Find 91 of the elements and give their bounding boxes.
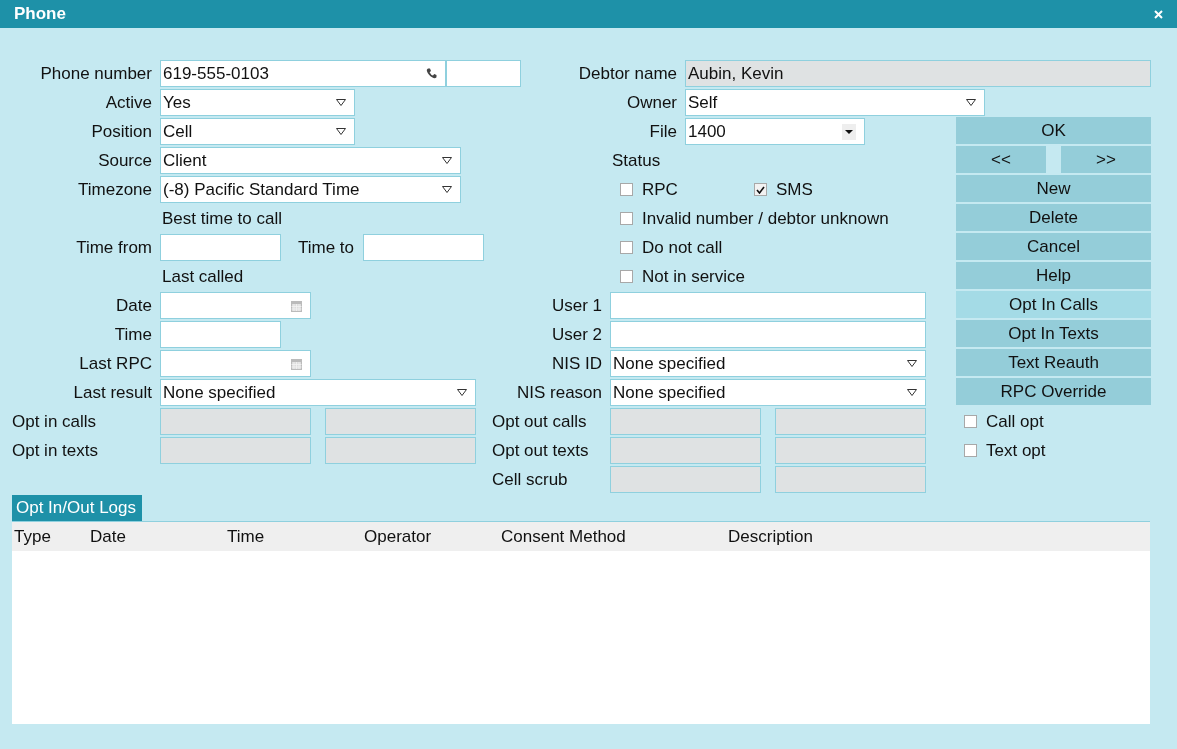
caret-icon: [336, 99, 346, 106]
tab[interactable]: Opt In/Out Logs: [12, 495, 142, 521]
column-header[interactable]: Type: [12, 526, 88, 547]
dropdown[interactable]: (-8) Pacific Standard Time: [160, 176, 461, 203]
text-field[interactable]: [610, 292, 926, 319]
text-field[interactable]: [610, 321, 926, 348]
caret-icon: [907, 360, 917, 367]
dialog-button[interactable]: Opt In Texts: [956, 320, 1151, 347]
dialog-button[interactable]: New: [956, 175, 1151, 202]
field-label: Active: [104, 92, 153, 113]
dropdown[interactable]: 1400: [685, 118, 865, 145]
column-header[interactable]: Time: [225, 526, 362, 547]
dialog-button[interactable]: Text Reauth: [956, 349, 1151, 376]
previous-button[interactable]: <<: [956, 146, 1046, 173]
checkbox[interactable]: [620, 270, 633, 283]
dropdown[interactable]: None specified: [610, 350, 926, 377]
caret-icon: [966, 99, 976, 106]
field-label: Time: [113, 324, 153, 345]
close-icon[interactable]: [1154, 9, 1163, 19]
date-field[interactable]: [160, 292, 311, 319]
checkbox-label: Do not call: [642, 237, 723, 258]
check-icon: [756, 185, 765, 194]
text-field[interactable]: [446, 60, 521, 87]
caret-icon: [457, 389, 467, 396]
field-label: NIS reason: [515, 382, 603, 403]
section-heading: Status: [612, 150, 661, 171]
checkbox-label: RPC: [642, 179, 678, 200]
phone-icon: [426, 68, 437, 79]
caret-icon: [907, 389, 917, 396]
text-field[interactable]: [363, 234, 485, 261]
field-label: Timezone: [77, 179, 153, 200]
field-label: Owner: [625, 92, 678, 113]
field-label: NIS ID: [550, 353, 603, 374]
field-label: Cell scrub: [491, 469, 569, 490]
field-label: Last result: [72, 382, 153, 403]
field-label: Opt out texts: [491, 440, 590, 461]
calendar-icon: [291, 357, 302, 370]
checkbox-label: Call opt: [986, 411, 1044, 432]
readonly-field: Aubin, Kevin: [685, 60, 1151, 87]
dialog-button[interactable]: Help: [956, 262, 1151, 289]
checkbox-label: Text opt: [986, 440, 1046, 461]
field-label: File: [648, 121, 678, 142]
checkbox[interactable]: [620, 183, 633, 196]
column-header[interactable]: Date: [88, 526, 225, 547]
calendar-icon: [291, 299, 302, 312]
field-label: User 2: [550, 324, 603, 345]
dropdown[interactable]: Client: [160, 147, 461, 174]
field-label: Last RPC: [78, 353, 153, 374]
checkbox[interactable]: [620, 241, 633, 254]
checkbox-label: SMS: [776, 179, 813, 200]
phone-field[interactable]: 619-555-0103: [160, 60, 446, 87]
dropdown[interactable]: None specified: [160, 379, 476, 406]
text-field[interactable]: [160, 234, 281, 261]
column-header[interactable]: Consent Method: [499, 526, 726, 547]
field-label: Position: [90, 121, 153, 142]
caret-icon: [336, 128, 346, 135]
dropdown[interactable]: Self: [685, 89, 985, 116]
text-field[interactable]: [160, 321, 281, 348]
dropdown[interactable]: Cell: [160, 118, 355, 145]
dialog-button[interactable]: RPC Override: [956, 378, 1151, 405]
caret-icon: [442, 157, 452, 164]
field-label: Phone number: [39, 63, 153, 84]
date-field[interactable]: [160, 350, 311, 377]
field-label: Debtor name: [577, 63, 678, 84]
section-heading: Best time to call: [162, 208, 282, 229]
field-label: Date: [115, 295, 153, 316]
next-button[interactable]: >>: [1061, 146, 1151, 173]
dialog-button[interactable]: Opt In Calls: [956, 291, 1151, 318]
dialog-button[interactable]: Delete: [956, 204, 1151, 231]
caret-icon: [442, 186, 452, 193]
column-header[interactable]: Operator: [362, 526, 499, 547]
dropdown[interactable]: None specified: [610, 379, 926, 406]
field-label: Time to: [298, 237, 355, 258]
field-label: Opt out calls: [491, 411, 588, 432]
field-label: Source: [97, 150, 153, 171]
checkbox-label: Not in service: [642, 266, 745, 287]
field-label: Opt in texts: [11, 440, 99, 461]
dropdown[interactable]: Yes: [160, 89, 355, 116]
dialog-button[interactable]: OK: [956, 117, 1151, 144]
field-label: User 1: [550, 295, 603, 316]
field-label: Time from: [75, 237, 153, 258]
section-heading: Last called: [162, 266, 244, 287]
column-header[interactable]: Description: [726, 526, 928, 547]
dialog-button[interactable]: Cancel: [956, 233, 1151, 260]
field-label: Opt in calls: [11, 411, 98, 432]
checkbox[interactable]: [964, 415, 977, 428]
checkbox-label: Invalid number / debtor unknown: [642, 208, 889, 229]
checkbox[interactable]: [964, 444, 977, 457]
checkbox[interactable]: [620, 212, 633, 225]
window-title: Phone: [14, 4, 66, 24]
checkbox[interactable]: [754, 183, 767, 196]
